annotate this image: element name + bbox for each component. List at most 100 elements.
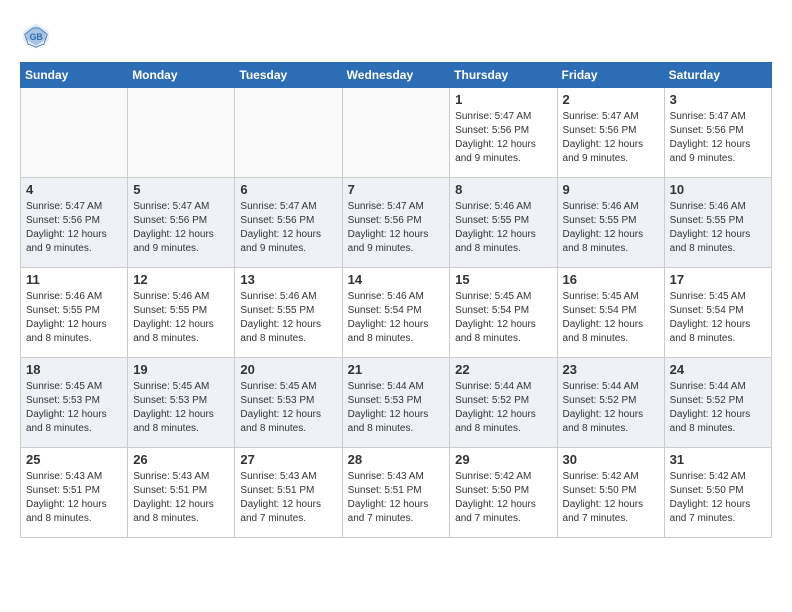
day-number: 25 — [26, 452, 122, 467]
calendar-day-cell: 8 Sunrise: 5:46 AM Sunset: 5:55 PM Daylig… — [450, 178, 557, 268]
calendar-day-cell: 15 Sunrise: 5:45 AM Sunset: 5:54 PM Dayli… — [450, 268, 557, 358]
day-info: Sunrise: 5:43 AM Sunset: 5:51 PM Dayligh… — [133, 470, 229, 526]
calendar-day-cell: 28 Sunrise: 5:43 AM Sunset: 5:51 PM Dayli… — [342, 448, 450, 538]
day-number: 14 — [348, 272, 445, 287]
day-info: Sunrise: 5:45 AM Sunset: 5:53 PM Dayligh… — [133, 380, 229, 436]
calendar-day-cell: 10 Sunrise: 5:46 AM Sunset: 5:55 PM Dayli… — [664, 178, 771, 268]
calendar-day-cell: 31 Sunrise: 5:42 AM Sunset: 5:50 PM Dayli… — [664, 448, 771, 538]
day-number: 2 — [563, 92, 659, 107]
calendar-day-cell — [128, 88, 235, 178]
calendar-week-row: 1 Sunrise: 5:47 AM Sunset: 5:56 PM Daylig… — [21, 88, 772, 178]
day-number: 3 — [670, 92, 766, 107]
day-info: Sunrise: 5:45 AM Sunset: 5:54 PM Dayligh… — [455, 290, 551, 346]
day-info: Sunrise: 5:42 AM Sunset: 5:50 PM Dayligh… — [670, 470, 766, 526]
day-number: 18 — [26, 362, 122, 377]
day-info: Sunrise: 5:44 AM Sunset: 5:52 PM Dayligh… — [455, 380, 551, 436]
day-info: Sunrise: 5:46 AM Sunset: 5:54 PM Dayligh… — [348, 290, 445, 346]
day-info: Sunrise: 5:45 AM Sunset: 5:54 PM Dayligh… — [563, 290, 659, 346]
page-header: GB — [20, 20, 772, 52]
calendar-day-cell: 20 Sunrise: 5:45 AM Sunset: 5:53 PM Dayli… — [235, 358, 342, 448]
day-number: 7 — [348, 182, 445, 197]
calendar-day-cell: 29 Sunrise: 5:42 AM Sunset: 5:50 PM Dayli… — [450, 448, 557, 538]
day-number: 28 — [348, 452, 445, 467]
day-number: 6 — [240, 182, 336, 197]
day-info: Sunrise: 5:44 AM Sunset: 5:53 PM Dayligh… — [348, 380, 445, 436]
day-number: 10 — [670, 182, 766, 197]
svg-text:GB: GB — [30, 32, 43, 42]
day-info: Sunrise: 5:43 AM Sunset: 5:51 PM Dayligh… — [26, 470, 122, 526]
weekday-header-row: SundayMondayTuesdayWednesdayThursdayFrid… — [21, 63, 772, 88]
day-info: Sunrise: 5:46 AM Sunset: 5:55 PM Dayligh… — [455, 200, 551, 256]
day-number: 27 — [240, 452, 336, 467]
calendar-day-cell — [21, 88, 128, 178]
calendar-day-cell: 18 Sunrise: 5:45 AM Sunset: 5:53 PM Dayli… — [21, 358, 128, 448]
calendar-day-cell: 6 Sunrise: 5:47 AM Sunset: 5:56 PM Daylig… — [235, 178, 342, 268]
day-number: 30 — [563, 452, 659, 467]
weekday-header: Wednesday — [342, 63, 450, 88]
day-info: Sunrise: 5:47 AM Sunset: 5:56 PM Dayligh… — [670, 110, 766, 166]
day-number: 4 — [26, 182, 122, 197]
calendar-day-cell: 7 Sunrise: 5:47 AM Sunset: 5:56 PM Daylig… — [342, 178, 450, 268]
day-info: Sunrise: 5:42 AM Sunset: 5:50 PM Dayligh… — [455, 470, 551, 526]
weekday-header: Monday — [128, 63, 235, 88]
day-info: Sunrise: 5:43 AM Sunset: 5:51 PM Dayligh… — [348, 470, 445, 526]
weekday-header: Friday — [557, 63, 664, 88]
day-number: 29 — [455, 452, 551, 467]
calendar-day-cell: 27Sunrise: 5:43 AM Sunset: 5:51 PM Dayli… — [235, 448, 342, 538]
calendar-day-cell: 13Sunrise: 5:46 AM Sunset: 5:55 PM Dayli… — [235, 268, 342, 358]
day-info: Sunrise: 5:47 AM Sunset: 5:56 PM Dayligh… — [348, 200, 445, 256]
calendar-day-cell: 23 Sunrise: 5:44 AM Sunset: 5:52 PM Dayli… — [557, 358, 664, 448]
day-number: 23 — [563, 362, 659, 377]
calendar-week-row: 11 Sunrise: 5:46 AM Sunset: 5:55 PM Dayli… — [21, 268, 772, 358]
calendar-table: SundayMondayTuesdayWednesdayThursdayFrid… — [20, 62, 772, 538]
day-info: Sunrise: 5:45 AM Sunset: 5:53 PM Dayligh… — [26, 380, 122, 436]
day-number: 31 — [670, 452, 766, 467]
day-number: 9 — [563, 182, 659, 197]
calendar-day-cell: 4 Sunrise: 5:47 AM Sunset: 5:56 PM Daylig… — [21, 178, 128, 268]
calendar-day-cell: 12 Sunrise: 5:46 AM Sunset: 5:55 PM Dayli… — [128, 268, 235, 358]
day-info: Sunrise: 5:44 AM Sunset: 5:52 PM Dayligh… — [563, 380, 659, 436]
day-number: 12 — [133, 272, 229, 287]
calendar-day-cell: 19 Sunrise: 5:45 AM Sunset: 5:53 PM Dayli… — [128, 358, 235, 448]
logo: GB — [20, 20, 56, 52]
day-number: 19 — [133, 362, 229, 377]
day-number: 1 — [455, 92, 551, 107]
calendar-day-cell: 25 Sunrise: 5:43 AM Sunset: 5:51 PM Dayli… — [21, 448, 128, 538]
day-info: Sunrise: 5:47 AM Sunset: 5:56 PM Dayligh… — [563, 110, 659, 166]
day-number: 5 — [133, 182, 229, 197]
calendar-day-cell: 24Sunrise: 5:44 AM Sunset: 5:52 PM Dayli… — [664, 358, 771, 448]
calendar-day-cell: 5Sunrise: 5:47 AM Sunset: 5:56 PM Daylig… — [128, 178, 235, 268]
calendar-week-row: 18 Sunrise: 5:45 AM Sunset: 5:53 PM Dayli… — [21, 358, 772, 448]
day-info: Sunrise: 5:46 AM Sunset: 5:55 PM Dayligh… — [563, 200, 659, 256]
day-number: 15 — [455, 272, 551, 287]
day-number: 11 — [26, 272, 122, 287]
day-number: 13 — [240, 272, 336, 287]
day-number: 8 — [455, 182, 551, 197]
calendar-day-cell: 16 Sunrise: 5:45 AM Sunset: 5:54 PM Dayli… — [557, 268, 664, 358]
day-info: Sunrise: 5:47 AM Sunset: 5:56 PM Dayligh… — [26, 200, 122, 256]
day-info: Sunrise: 5:45 AM Sunset: 5:54 PM Dayligh… — [670, 290, 766, 346]
weekday-header: Saturday — [664, 63, 771, 88]
weekday-header: Sunday — [21, 63, 128, 88]
day-number: 26 — [133, 452, 229, 467]
calendar-week-row: 4 Sunrise: 5:47 AM Sunset: 5:56 PM Daylig… — [21, 178, 772, 268]
day-info: Sunrise: 5:46 AM Sunset: 5:55 PM Dayligh… — [670, 200, 766, 256]
calendar-day-cell: 21 Sunrise: 5:44 AM Sunset: 5:53 PM Dayli… — [342, 358, 450, 448]
day-info: Sunrise: 5:44 AM Sunset: 5:52 PM Dayligh… — [670, 380, 766, 436]
day-number: 21 — [348, 362, 445, 377]
calendar-day-cell: 30Sunrise: 5:42 AM Sunset: 5:50 PM Dayli… — [557, 448, 664, 538]
day-number: 22 — [455, 362, 551, 377]
day-number: 20 — [240, 362, 336, 377]
day-info: Sunrise: 5:45 AM Sunset: 5:53 PM Dayligh… — [240, 380, 336, 436]
calendar-day-cell: 1 Sunrise: 5:47 AM Sunset: 5:56 PM Daylig… — [450, 88, 557, 178]
day-number: 16 — [563, 272, 659, 287]
calendar-day-cell: 17 Sunrise: 5:45 AM Sunset: 5:54 PM Dayli… — [664, 268, 771, 358]
day-info: Sunrise: 5:46 AM Sunset: 5:55 PM Dayligh… — [26, 290, 122, 346]
calendar-day-cell — [342, 88, 450, 178]
day-number: 17 — [670, 272, 766, 287]
day-info: Sunrise: 5:47 AM Sunset: 5:56 PM Dayligh… — [455, 110, 551, 166]
weekday-header: Thursday — [450, 63, 557, 88]
day-info: Sunrise: 5:47 AM Sunset: 5:56 PM Dayligh… — [240, 200, 336, 256]
calendar-day-cell: 9 Sunrise: 5:46 AM Sunset: 5:55 PM Daylig… — [557, 178, 664, 268]
day-info: Sunrise: 5:46 AM Sunset: 5:55 PM Dayligh… — [133, 290, 229, 346]
